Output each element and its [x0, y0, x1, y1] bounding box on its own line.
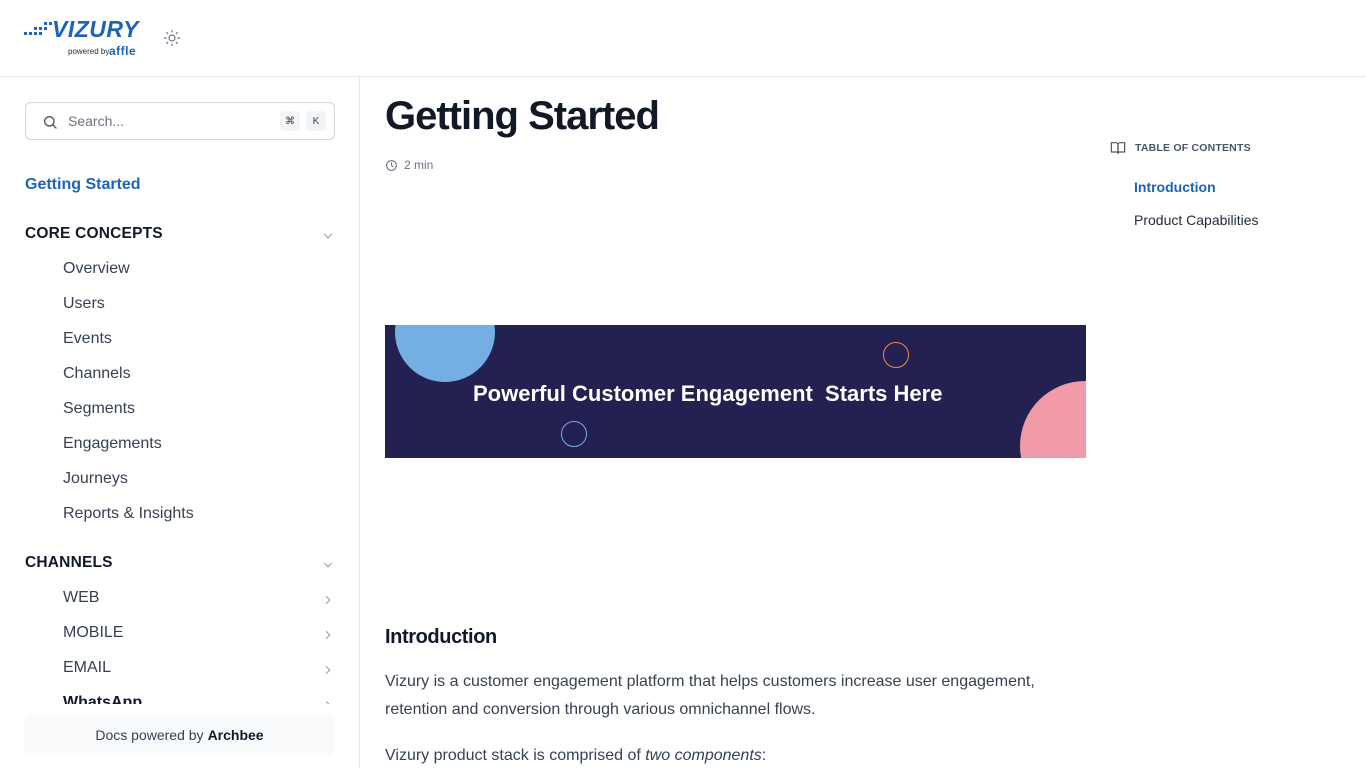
- sidebar-item-overview[interactable]: Overview: [63, 260, 335, 284]
- sidebar-item-label: Reports & Insights: [63, 505, 194, 522]
- section-heading-introduction: Introduction: [385, 626, 497, 648]
- banner-decor-ring: [561, 421, 587, 447]
- banner-decor-circle: [395, 325, 495, 382]
- shortcut-k-key: K: [306, 111, 326, 131]
- sidebar-item-users[interactable]: Users: [63, 295, 335, 319]
- chevron-down-icon: [323, 233, 333, 239]
- chevron-right-icon: [325, 630, 331, 640]
- docs-powered-by-footer[interactable]: Docs powered by Archbee: [24, 715, 335, 755]
- search-placeholder: Search...: [68, 113, 125, 129]
- book-open-icon: [1110, 142, 1126, 154]
- sidebar-item-label: MOBILE: [63, 624, 124, 641]
- sidebar-item-reports-insights[interactable]: Reports & Insights: [63, 505, 335, 529]
- logo-partner: affle: [109, 44, 137, 58]
- toc-heading-label: TABLE OF CONTENTS: [1135, 142, 1251, 154]
- page-title: Getting Started: [385, 94, 660, 138]
- intro-paragraph: Vizury is a customer engagement platform…: [385, 673, 1035, 718]
- sidebar-item-label: WEB: [63, 589, 100, 606]
- banner-text: Powerful Customer Engagement Starts Here: [473, 381, 943, 406]
- logo-powered-by: powered by: [68, 47, 110, 56]
- sidebar-item-channels[interactable]: Channels: [63, 365, 335, 389]
- sidebar-item-getting-started[interactable]: Getting Started: [25, 176, 141, 194]
- read-time: 2 min: [385, 157, 433, 173]
- shortcut-cmd-key: ⌘: [280, 111, 300, 131]
- footer-brand: Archbee: [207, 727, 264, 743]
- chevron-right-icon: [325, 595, 331, 605]
- search-input[interactable]: Search... ⌘ K: [25, 102, 335, 140]
- read-time-label: 2 min: [404, 158, 434, 172]
- chevron-down-icon: [323, 562, 333, 568]
- stack-paragraph: Vizury product stack is comprised of two…: [385, 742, 1085, 768]
- sidebar-item-mobile[interactable]: MOBILE: [63, 624, 335, 648]
- section-core-concepts[interactable]: CORE CONCEPTS: [25, 225, 335, 247]
- theme-toggle-button[interactable]: [161, 27, 183, 49]
- footer-prefix: Docs powered by: [95, 727, 204, 743]
- sidebar-item-label: Segments: [63, 400, 136, 417]
- sidebar-item-label: Users: [63, 295, 105, 312]
- sidebar-item-journeys[interactable]: Journeys: [63, 470, 335, 494]
- sidebar-item-label: Overview: [63, 260, 130, 277]
- sidebar-item-label: Events: [63, 330, 112, 347]
- sidebar: Search... ⌘ K Getting Started CORE CONCE…: [0, 77, 360, 768]
- sidebar-item-label: Channels: [63, 365, 131, 382]
- main-content: Getting Started 2 min Powerful Customer …: [385, 77, 1086, 768]
- sidebar-item-label: Engagements: [63, 435, 162, 452]
- sidebar-item-segments[interactable]: Segments: [63, 400, 335, 424]
- sidebar-item-events[interactable]: Events: [63, 330, 335, 354]
- sidebar-item-web[interactable]: WEB: [63, 589, 335, 613]
- sidebar-item-email[interactable]: EMAIL: [63, 659, 335, 683]
- top-bar: VIZURY powered by affle: [0, 0, 1366, 77]
- logo-pixel-icon: [24, 22, 52, 35]
- banner-decor-circle: [1020, 381, 1086, 458]
- stack-suffix: :: [761, 747, 767, 764]
- vizury-logo[interactable]: VIZURY powered by affle: [24, 16, 144, 60]
- logo-wordmark: VIZURY: [52, 16, 139, 42]
- clock-icon: [386, 159, 397, 171]
- section-channels[interactable]: CHANNELS: [25, 554, 335, 576]
- sun-icon: [163, 29, 181, 47]
- sidebar-item-label: Journeys: [63, 470, 128, 487]
- hero-banner-image: Powerful Customer Engagement Starts Here: [385, 325, 1086, 458]
- stack-prefix: Vizury product stack is comprised of: [385, 747, 646, 764]
- sidebar-item-engagements[interactable]: Engagements: [63, 435, 335, 459]
- search-icon: [44, 116, 57, 129]
- toc-item-introduction[interactable]: Introduction: [1134, 179, 1216, 195]
- section-title: CHANNELS: [25, 554, 113, 571]
- table-of-contents: TABLE OF CONTENTS Introduction Product C…: [1110, 77, 1350, 277]
- chevron-right-icon: [325, 665, 331, 675]
- toc-heading: TABLE OF CONTENTS: [1110, 140, 1251, 156]
- section-title: CORE CONCEPTS: [25, 225, 163, 242]
- toc-item-product-capabilities[interactable]: Product Capabilities: [1134, 212, 1259, 228]
- stack-emphasis: two components: [645, 747, 762, 764]
- banner-decor-ring: [883, 342, 909, 368]
- sidebar-item-label: EMAIL: [63, 659, 112, 676]
